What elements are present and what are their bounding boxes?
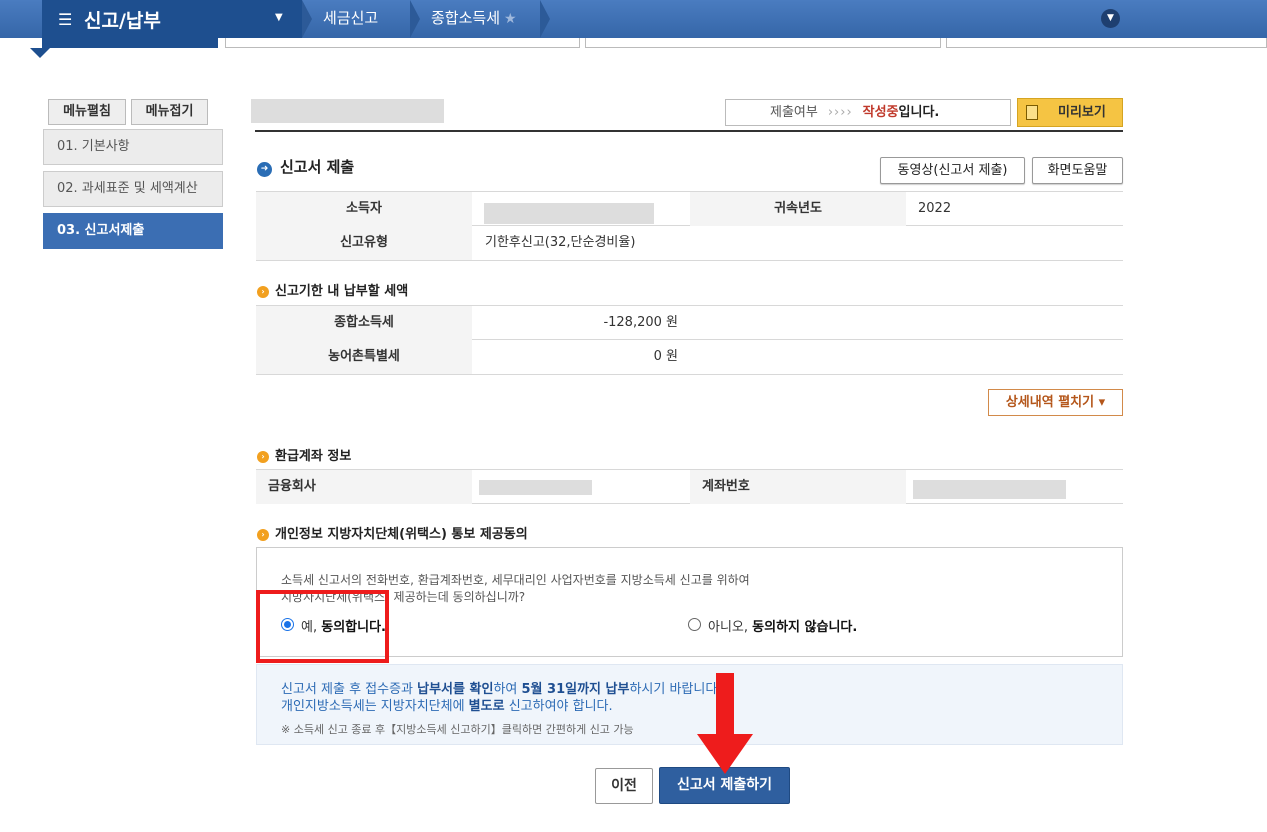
arrow-circle-icon: › — [257, 529, 269, 541]
submission-status: 제출여부 ›››› 작성중입니다. — [725, 99, 1011, 126]
screen-help-button[interactable]: 화면도움말 — [1032, 157, 1123, 184]
table-row: 금융회사 계좌번호 — [256, 469, 1123, 504]
expand-details-button[interactable]: 상세내역 펼치기 ▾ — [988, 389, 1123, 416]
label-income-tax: 종합소득세 — [256, 306, 472, 340]
label-year: 귀속년도 — [690, 192, 906, 226]
video-guide-button[interactable]: 동영상(신고서 제출) — [880, 157, 1025, 184]
consent-text-line: 소득세 신고서의 전화번호, 환급계좌번호, 세무대리인 사업자번호를 지방소득… — [281, 573, 750, 587]
redacted-name-bar — [251, 99, 444, 123]
redacted-taxpayer — [484, 203, 654, 224]
menu-title[interactable]: 신고/납부 — [84, 6, 161, 33]
value-report-type: 기한후신고(32,단순경비율) — [485, 235, 636, 250]
consent-no-text: 동의하지 않습니다. — [752, 620, 858, 635]
arrow-circle-icon: › — [257, 286, 269, 298]
sub-tab-frame — [585, 38, 941, 48]
star-icon[interactable]: ★ — [504, 11, 517, 27]
table-row: 농어촌특별세 0 원 — [256, 340, 1123, 375]
sub-tab-frame — [225, 38, 580, 48]
document-icon — [1026, 105, 1038, 120]
menu-collapse-button[interactable]: 메뉴접기 — [131, 99, 208, 125]
chevron-down-icon[interactable]: ▼ — [1101, 9, 1120, 28]
redacted-account — [913, 480, 1066, 499]
preview-button[interactable]: 미리보기 — [1017, 98, 1123, 127]
value-year: 2022 — [918, 201, 952, 216]
section-title-text: 개인정보 지방자치단체(위택스) 통보 제공동의 — [275, 527, 528, 542]
notice-footnote: ※ 소득세 신고 종료 후【지방소득세 신고하기】클릭하면 간편하게 신고 가능 — [281, 723, 634, 736]
breadcrumb-item-tax-report[interactable]: 세금신고 — [323, 0, 378, 38]
divider — [255, 130, 1123, 132]
sidebar-item-tax-calc[interactable]: 02. 과세표준 및 세액계산 — [43, 171, 223, 207]
sidebar-item-basic-info[interactable]: 01. 기본사항 — [43, 129, 223, 165]
hamburger-icon[interactable]: ☰ — [58, 10, 72, 29]
notice-line: 개인지방소득세는 지방자치단체에 별도로 신고하여야 합니다. — [281, 695, 613, 714]
main-menu[interactable]: ☰ 신고/납부 ▼ — [42, 0, 302, 38]
section-title-text: 신고서 제출 — [280, 158, 355, 176]
label-account: 계좌번호 — [690, 470, 906, 504]
consent-no-prefix: 아니오, — [708, 620, 753, 635]
highlight-box — [256, 590, 389, 663]
redacted-bank — [479, 480, 592, 495]
table-row: 소득자 귀속년도 2022 — [256, 191, 1123, 226]
status-arrows: ›››› — [827, 105, 853, 120]
sidebar-item-submission[interactable]: 03. 신고서제출 — [43, 213, 223, 249]
section-title-text: 신고기한 내 납부할 세액 — [275, 284, 409, 299]
previous-button[interactable]: 이전 — [595, 768, 653, 804]
label-report-type: 신고유형 — [256, 226, 472, 260]
notice-emphasis: 별도로 — [468, 699, 505, 714]
table-row: 종합소득세 -128,200 원 — [256, 305, 1123, 340]
section-title-tax-due: › 신고기한 내 납부할 세액 — [257, 280, 408, 299]
breadcrumb-label: 종합소득세 — [431, 9, 501, 27]
label-rural-tax: 농어촌특별세 — [256, 340, 472, 374]
status-prefix: 제출여부 — [770, 105, 818, 120]
consent-no-label[interactable]: 아니오, 동의하지 않습니다. — [708, 616, 857, 635]
value-rural-tax: 0 원 — [653, 349, 678, 364]
notice-text: 신고하여야 합니다. — [504, 699, 613, 714]
breadcrumb-separator — [302, 0, 312, 38]
table-row: 신고유형 기한후신고(32,단순경비율) — [256, 226, 1123, 261]
menu-notch — [30, 48, 50, 58]
menu-expand-button[interactable]: 메뉴펼침 — [48, 99, 126, 125]
notice-text: 하시기 바랍니다. — [629, 682, 722, 697]
notice-text: 개인지방소득세는 지방자치단체에 — [281, 699, 469, 714]
label-bank: 금융회사 — [256, 470, 472, 504]
arrow-head-icon — [697, 734, 753, 774]
section-title-text: 환급계좌 정보 — [275, 449, 352, 464]
breadcrumb-item-income-tax[interactable]: 종합소득세 ★ — [431, 0, 517, 38]
breadcrumb-separator — [410, 0, 420, 38]
section-title-refund: › 환급계좌 정보 — [257, 445, 351, 464]
caret-down-icon[interactable]: ▼ — [275, 12, 283, 23]
arrow-circle-icon: › — [257, 451, 269, 463]
consent-no-radio[interactable] — [688, 618, 701, 631]
value-income-tax: -128,200 원 — [603, 315, 678, 330]
preview-label: 미리보기 — [1058, 105, 1106, 120]
menu-tab-extension — [42, 38, 218, 48]
label-taxpayer: 소득자 — [256, 192, 472, 226]
notice-box: 신고서 제출 후 접수증과 납부서를 확인하여 5월 31일까지 납부하시기 바… — [256, 664, 1123, 745]
arrow-down-icon — [716, 673, 734, 735]
section-title-submission: ➜ 신고서 제출 — [257, 156, 354, 177]
status-value: 작성중 — [862, 105, 899, 120]
section-title-consent: › 개인정보 지방자치단체(위택스) 통보 제공동의 — [257, 523, 528, 542]
breadcrumb-separator — [540, 0, 550, 38]
arrow-circle-icon: ➜ — [257, 162, 272, 177]
sub-tab-frame — [946, 38, 1267, 48]
status-suffix: 입니다. — [898, 105, 940, 120]
